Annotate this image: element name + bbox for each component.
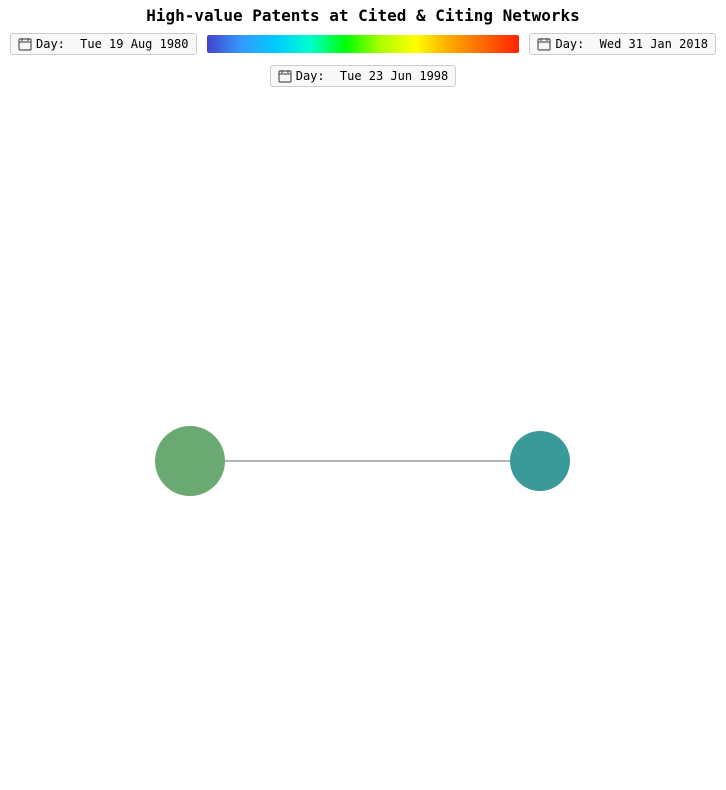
date-label-left: Day: <box>36 37 65 51</box>
graph-svg <box>0 91 726 771</box>
middle-row: Day: Tue 23 Jun 1998 <box>0 59 726 91</box>
date-badge-left[interactable]: Day: Tue 19 Aug 1980 <box>10 33 197 55</box>
color-bar <box>207 35 520 53</box>
date-label-middle: Day: <box>296 69 325 83</box>
date-badge-middle[interactable]: Day: Tue 23 Jun 1998 <box>270 65 457 87</box>
date-value-left: Tue 19 Aug 1980 <box>80 37 188 51</box>
graph-node-left[interactable] <box>155 426 225 496</box>
calendar-icon-middle <box>278 69 292 83</box>
page-container: High-value Patents at Cited & Citing Net… <box>0 0 726 790</box>
graph-area <box>0 91 726 771</box>
calendar-icon-left <box>18 37 32 51</box>
date-badge-right[interactable]: Day: Wed 31 Jan 2018 <box>529 33 716 55</box>
controls-row: Day: Tue 19 Aug 1980 Day: Wed 31 Jan 201… <box>0 29 726 59</box>
date-label-right: Day: <box>555 37 584 51</box>
date-value-middle: Tue 23 Jun 1998 <box>340 69 448 83</box>
graph-node-right[interactable] <box>510 431 570 491</box>
calendar-icon-right <box>537 37 551 51</box>
page-title: High-value Patents at Cited & Citing Net… <box>0 0 726 29</box>
date-value-right: Wed 31 Jan 2018 <box>600 37 708 51</box>
